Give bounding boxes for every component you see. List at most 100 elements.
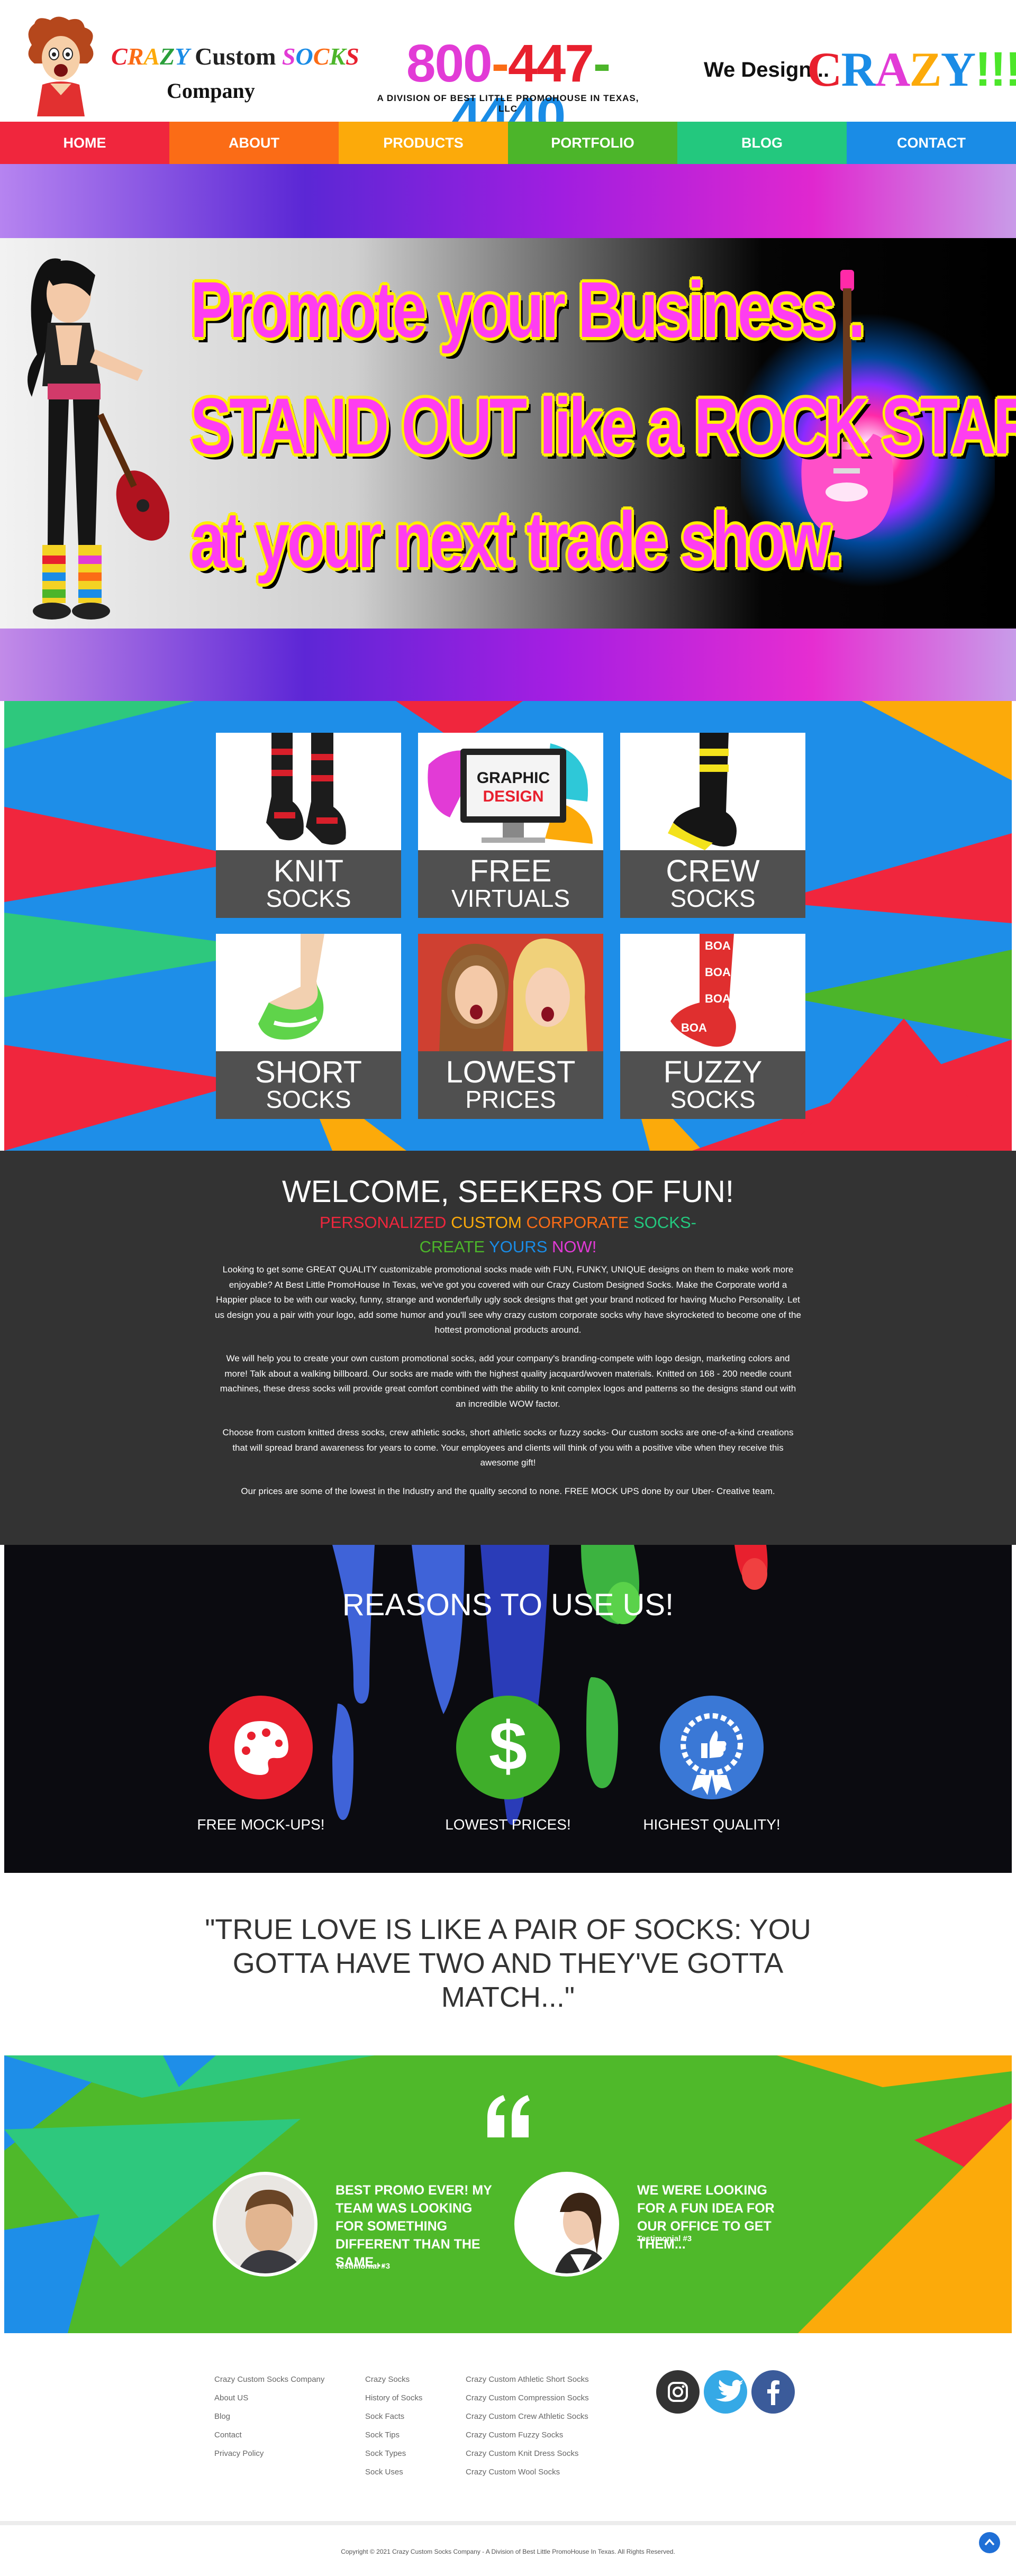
reason-label: HIGHEST QUALITY! [643, 1816, 781, 1833]
phone-subtitle: A DIVISION OF BEST LITTLE PROMOHOUSE IN … [377, 93, 639, 114]
service-label-line2: SOCKS [266, 885, 351, 912]
hero-band-top [0, 164, 1016, 238]
rock-girl-illustration-icon [28, 258, 169, 620]
socks-quote: "TRUE LOVE IS LIKE A PAIR OF SOCKS: YOU … [205, 1914, 811, 2013]
footer-link[interactable]: Sock Types [365, 2444, 422, 2463]
service-label: FREE VIRTUALS [418, 850, 603, 918]
palette-icon [209, 1696, 313, 1799]
footer-link[interactable]: About US [214, 2389, 324, 2407]
service-label: SHORT SOCKS [216, 1051, 401, 1119]
instagram-icon[interactable] [656, 2370, 700, 2414]
logo-title: CRAZY Custom SOCKS [111, 43, 359, 70]
facebook-icon[interactable] [751, 2370, 795, 2414]
service-card-fuzzy-socks[interactable]: BOA BOA BOA BOA FUZZY SOCKS [620, 934, 805, 1119]
service-card-short-socks[interactable]: SHORT SOCKS [216, 934, 401, 1119]
footer-link[interactable]: Blog [214, 2407, 324, 2426]
service-label-line2: SOCKS [266, 1086, 351, 1113]
footer-column-products: Crazy Custom Athletic Short Socks Crazy C… [466, 2370, 589, 2481]
slogan-crazy: CRAZY!!! [807, 42, 1016, 96]
testimonial-name: Testimonial #3 [335, 2262, 391, 2271]
footer-link[interactable]: Sock Uses [365, 2463, 422, 2481]
service-label-line1: FUZZY [663, 1055, 763, 1089]
footer-link[interactable]: Contact [214, 2426, 324, 2444]
copyright-text: Copyright © 2021 Crazy Custom Socks Comp… [341, 2548, 675, 2555]
reason-label: LOWEST PRICES! [445, 1816, 571, 1833]
footer-link[interactable]: Privacy Policy [214, 2444, 324, 2463]
crazy-lady-mascot-icon [28, 16, 94, 116]
welcome-word: NOW! [551, 1237, 597, 1256]
svg-text:BOA: BOA [705, 992, 731, 1005]
footer-column-socks: Crazy Socks History of Socks Sock Facts Soc… [365, 2370, 422, 2481]
nav-item-blog[interactable]: BLOG [677, 122, 847, 164]
service-card-lowest-prices[interactable]: LOWEST PRICES [418, 934, 603, 1119]
service-label: LOWEST PRICES [418, 1051, 603, 1119]
site-footer: Crazy Custom Socks Company About US Blog Co… [0, 2333, 1016, 2576]
welcome-word: CORPORATE [526, 1213, 634, 1232]
service-label-line2: SOCKS [670, 885, 756, 912]
dollar-icon: $ [456, 1696, 560, 1799]
reason-lowest-prices[interactable]: $ LOWEST PRICES! [421, 1696, 595, 1833]
footer-link[interactable]: Crazy Custom Socks Company [214, 2370, 324, 2389]
welcome-word: SOCKS- [633, 1213, 696, 1232]
welcome-subtitle-1: PERSONALIZED CUSTOM CORPORATE SOCKS- [0, 1213, 1016, 1232]
welcome-word: CREATE [419, 1237, 489, 1256]
service-label-line1: LOWEST [446, 1055, 576, 1089]
footer-link[interactable]: Crazy Custom Athletic Short Socks [466, 2370, 589, 2389]
main-nav: HOME ABOUT PRODUCTS PORTFOLIO BLOG CONTACT [0, 122, 1016, 164]
quality-badge-icon [660, 1696, 764, 1799]
service-label-line1: SHORT [255, 1055, 362, 1089]
hero-headline-1: Promote your Business . [190, 265, 865, 354]
reasons-section: REASONS TO USE US! FREE MOCK-UPS! $ LOWE… [4, 1545, 1012, 1873]
service-label: FUZZY SOCKS [620, 1051, 805, 1119]
site-logo[interactable]: CRAZY Custom SOCKS Company [16, 16, 359, 116]
nav-item-home[interactable]: HOME [0, 122, 169, 164]
crew-socks-image [620, 733, 805, 850]
footer-link[interactable]: Crazy Socks [365, 2370, 422, 2389]
hero-banner[interactable]: Promote your Business . STAND OUT like a… [0, 238, 1016, 629]
svg-text:BOA: BOA [705, 966, 731, 979]
testimonial-avatar [213, 2172, 318, 2277]
back-to-top-button[interactable] [979, 2532, 1000, 2553]
reason-label: FREE MOCK-UPS! [197, 1816, 325, 1833]
nav-item-contact[interactable]: CONTACT [847, 122, 1016, 164]
reason-free-mockups[interactable]: FREE MOCK-UPS! [174, 1696, 348, 1833]
footer-column-company: Crazy Custom Socks Company About US Blog Co… [214, 2370, 324, 2463]
graphic-design-image: GRAPHICDESIGN [418, 733, 603, 850]
welcome-paragraph-2: We will help you to create your own cust… [220, 1353, 796, 1409]
reason-highest-quality[interactable]: HIGHEST QUALITY! [624, 1696, 799, 1833]
chevron-up-icon [984, 2538, 995, 2546]
footer-link[interactable]: History of Socks [365, 2389, 422, 2407]
footer-link[interactable]: Crazy Custom Knit Dress Socks [466, 2444, 589, 2463]
welcome-word: PERSONALIZED [320, 1213, 451, 1232]
knit-socks-image [216, 733, 401, 850]
footer-link[interactable]: Sock Facts [365, 2407, 422, 2426]
logo-subtitle: Company [167, 79, 255, 103]
footer-link[interactable]: Crazy Custom Crew Athletic Socks [466, 2407, 589, 2426]
service-card-crew-socks[interactable]: CREW SOCKS [620, 733, 805, 918]
service-label: KNIT SOCKS [216, 850, 401, 918]
testimonial-name: Testimonial #3 [637, 2234, 692, 2243]
welcome-word: CUSTOM [451, 1213, 527, 1232]
nav-item-about[interactable]: ABOUT [169, 122, 339, 164]
nav-item-portfolio[interactable]: PORTFOLIO [508, 122, 677, 164]
twitter-icon[interactable] [704, 2370, 747, 2414]
nav-item-products[interactable]: PRODUCTS [339, 122, 508, 164]
service-label-line2: PRICES [465, 1086, 556, 1113]
svg-text:BOA: BOA [681, 1021, 707, 1034]
welcome-subtitle-2: CREATE YOURS NOW! [0, 1237, 1016, 1257]
footer-link[interactable]: Crazy Custom Compression Socks [466, 2389, 589, 2407]
service-card-knit-socks[interactable]: KNIT SOCKS [216, 733, 401, 918]
service-label-line2: SOCKS [670, 1086, 756, 1113]
welcome-paragraph-4: Our prices are some of the lowest in the… [241, 1486, 775, 1496]
footer-link[interactable]: Crazy Custom Fuzzy Socks [466, 2426, 589, 2444]
testimonial-avatar [514, 2172, 619, 2277]
service-card-free-virtuals[interactable]: GRAPHIC DESIGN FREE VIRTUALS [418, 733, 603, 918]
service-label-line1: CREW [666, 854, 760, 888]
welcome-word: YOURS [489, 1237, 552, 1256]
hero-headline-3: at your next trade show. [190, 495, 843, 584]
reasons-title: REASONS TO USE US! [342, 1588, 674, 1622]
footer-link[interactable]: Sock Tips [365, 2426, 422, 2444]
footer-link[interactable]: Crazy Custom Wool Socks [466, 2463, 589, 2481]
surprised-women-image [418, 934, 603, 1051]
service-label-line1: FREE [469, 854, 552, 888]
